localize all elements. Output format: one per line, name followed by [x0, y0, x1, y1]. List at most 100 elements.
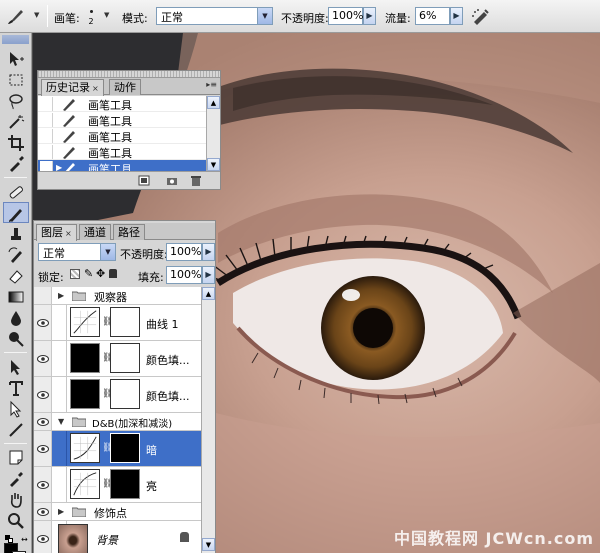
- lock-pixels-icon[interactable]: ✎: [84, 267, 93, 280]
- scroll-down-icon[interactable]: ▼: [202, 538, 215, 551]
- history-panel: 历史记录 × 动作 ▸≡ 画笔工具 画笔工具 画笔工具 画笔工具 ▶ 画笔工具 …: [37, 70, 221, 190]
- tab-channels[interactable]: 通道: [79, 224, 111, 240]
- layer-mask-thumbnail[interactable]: [110, 343, 140, 373]
- eye-icon: [37, 507, 49, 517]
- collapse-triangle-icon[interactable]: ▼: [58, 417, 64, 426]
- visibility-toggle[interactable]: [34, 287, 52, 304]
- history-item[interactable]: 画笔工具: [38, 144, 206, 160]
- default-colors-icon[interactable]: ↔: [3, 535, 28, 544]
- snapshot-icon[interactable]: [166, 175, 178, 186]
- layer-row[interactable]: ⛓ 曲线 1: [34, 305, 201, 341]
- fill-slider-button[interactable]: ▶: [202, 266, 215, 284]
- layer-group-row[interactable]: ▼ D&B(加深和减淡): [34, 413, 201, 431]
- layer-row[interactable]: 背景: [34, 521, 201, 553]
- layer-mask-thumbnail[interactable]: [110, 379, 140, 409]
- trash-icon[interactable]: [190, 175, 202, 186]
- eyedropper-slice-tool-icon[interactable]: [3, 153, 29, 174]
- layer-group-row[interactable]: ▶ 观察器: [34, 287, 201, 305]
- line-tool-icon[interactable]: [3, 419, 29, 440]
- flow-field[interactable]: 6%: [415, 7, 450, 25]
- scroll-up-icon[interactable]: ▲: [207, 96, 220, 109]
- visibility-toggle[interactable]: [34, 521, 52, 553]
- layer-mask-thumbnail[interactable]: [110, 469, 140, 499]
- move-tool-icon[interactable]: [3, 48, 29, 69]
- lock-position-icon[interactable]: ✥: [96, 267, 105, 280]
- tab-actions[interactable]: 动作: [109, 79, 141, 95]
- flow-slider-button[interactable]: ▶: [450, 7, 463, 25]
- blur-tool-icon[interactable]: [3, 307, 29, 328]
- link-icon[interactable]: ⛓: [102, 353, 113, 365]
- clone-stamp-tool-icon[interactable]: [3, 223, 29, 244]
- brush-tool-icon[interactable]: [3, 202, 29, 223]
- dodge-tool-icon[interactable]: [3, 328, 29, 349]
- path-selection-tool-icon[interactable]: [3, 356, 29, 377]
- crop-tool-icon[interactable]: [3, 132, 29, 153]
- lock-all-icon[interactable]: [109, 269, 117, 278]
- fill-field[interactable]: 100%: [166, 266, 202, 284]
- history-item[interactable]: 画笔工具: [38, 96, 206, 112]
- link-icon[interactable]: ⛓: [102, 479, 113, 491]
- eyedropper-tool-icon[interactable]: [3, 468, 29, 489]
- scroll-up-icon[interactable]: ▲: [202, 287, 215, 300]
- notes-tool-icon[interactable]: [3, 447, 29, 468]
- magic-wand-tool-icon[interactable]: [3, 111, 29, 132]
- history-item[interactable]: 画笔工具: [38, 112, 206, 128]
- layer-row[interactable]: ⛓ 亮: [34, 467, 201, 503]
- direct-selection-tool-icon[interactable]: [3, 398, 29, 419]
- visibility-toggle[interactable]: [34, 413, 52, 430]
- history-scrollbar[interactable]: ▲ ▼: [206, 96, 220, 173]
- history-item[interactable]: 画笔工具: [38, 128, 206, 144]
- opacity-slider-button[interactable]: ▶: [363, 7, 376, 25]
- visibility-toggle[interactable]: [34, 341, 52, 376]
- gradient-tool-icon[interactable]: [3, 286, 29, 307]
- blend-mode-select[interactable]: 正常 ▼: [38, 243, 116, 261]
- layer-row[interactable]: ⛓ 颜色填...: [34, 377, 201, 413]
- brush-tool-preset-icon[interactable]: [6, 6, 30, 26]
- link-icon[interactable]: ⛓: [102, 389, 113, 401]
- panel-menu-icon[interactable]: ▸≡: [206, 80, 217, 89]
- visibility-toggle[interactable]: [34, 503, 52, 520]
- expand-triangle-icon[interactable]: ▶: [58, 291, 64, 300]
- mode-select[interactable]: 正常 ▼: [156, 7, 273, 25]
- layer-opacity-field[interactable]: 100%: [166, 243, 202, 261]
- brush-picker[interactable]: 2: [82, 4, 100, 28]
- scroll-down-icon[interactable]: ▼: [207, 158, 220, 171]
- visibility-toggle[interactable]: [34, 431, 52, 466]
- layer-row[interactable]: ⛓ 颜色填...: [34, 341, 201, 377]
- visibility-toggle[interactable]: [34, 377, 52, 412]
- layer-mask-thumbnail[interactable]: [110, 307, 140, 337]
- zoom-tool-icon[interactable]: [3, 510, 29, 531]
- lasso-tool-icon[interactable]: [3, 90, 29, 111]
- visibility-toggle[interactable]: [34, 467, 52, 502]
- brush-dropdown-icon[interactable]: ▼: [104, 11, 109, 19]
- type-tool-icon[interactable]: [3, 377, 29, 398]
- layers-scrollbar[interactable]: ▲ ▼: [201, 287, 215, 553]
- close-icon[interactable]: ×: [92, 84, 99, 93]
- opacity-field[interactable]: 100%: [328, 7, 363, 25]
- link-icon[interactable]: ⛓: [102, 317, 113, 329]
- history-brush-tool-icon[interactable]: [3, 244, 29, 265]
- tab-layers[interactable]: 图层 ×: [36, 224, 77, 241]
- marquee-tool-icon[interactable]: [3, 69, 29, 90]
- tab-history[interactable]: 历史记录 ×: [41, 79, 104, 96]
- history-panel-grip[interactable]: [38, 71, 220, 78]
- layer-opacity-slider-button[interactable]: ▶: [202, 243, 215, 261]
- airbrush-icon[interactable]: [470, 7, 492, 25]
- tool-preset-dropdown-icon[interactable]: ▼: [34, 11, 39, 19]
- layer-mask-thumbnail[interactable]: [110, 433, 140, 463]
- close-icon[interactable]: ×: [65, 229, 72, 238]
- tab-paths[interactable]: 路径: [113, 224, 145, 240]
- visibility-toggle[interactable]: [34, 305, 52, 340]
- layer-name: D&B(加深和减淡): [92, 419, 173, 430]
- expand-triangle-icon[interactable]: ▶: [58, 507, 64, 516]
- toolbox-grip[interactable]: [2, 35, 29, 44]
- layer-row-selected[interactable]: ⛓ 暗: [34, 431, 201, 467]
- new-document-from-state-icon[interactable]: [138, 175, 150, 186]
- link-icon[interactable]: ⛓: [102, 443, 113, 455]
- layer-group-row[interactable]: ▶ 修饰点: [34, 503, 201, 521]
- healing-brush-tool-icon[interactable]: [3, 181, 29, 202]
- lock-transparency-icon[interactable]: [70, 269, 80, 279]
- tab-channels-label: 通道: [84, 226, 106, 239]
- eraser-tool-icon[interactable]: [3, 265, 29, 286]
- hand-tool-icon[interactable]: [3, 489, 29, 510]
